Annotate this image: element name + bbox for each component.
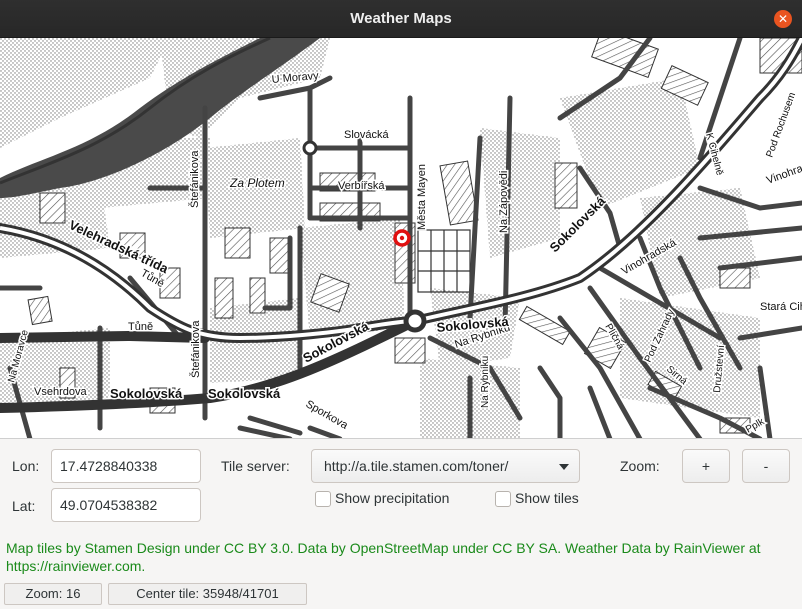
map-view[interactable]: U Moravy Slovácká Za Plotem Verbířská Mě… [0,38,802,439]
street-label: Sokolovská [208,386,281,401]
show-precipitation-label: Show precipitation [335,490,450,506]
show-tiles-checkbox[interactable]: Show tiles [495,490,595,508]
zoom-label: Zoom: [620,458,660,474]
checkbox-box[interactable] [315,491,331,507]
zoom-status: Zoom: 16 [4,583,102,605]
title-bar: Weather Maps ✕ [0,0,802,38]
street-label: Vinohrad [765,161,802,187]
tile-server-value: http://a.tile.stamen.com/toner/ [324,458,509,474]
street-label: Na Zápovědi [498,171,510,233]
lat-label: Lat: [12,498,36,514]
street-label: Sokolovská [110,386,183,401]
tile-server-label: Tile server: [221,458,290,474]
street-label: Verbířská [338,180,385,192]
lon-label: Lon: [12,458,40,474]
lon-input[interactable]: 17.4728840338 [51,449,201,483]
street-label: Pod Rochusem [764,91,798,159]
map-tiles: U Moravy Slovácká Za Plotem Verbířská Mě… [0,38,802,438]
window-title: Weather Maps [350,10,452,27]
street-label: Za Plotem [229,176,285,190]
street-label: Slovácká [344,129,390,141]
street-label: Města Mayen [416,164,428,230]
show-precipitation-checkbox[interactable]: Show precipitation [315,490,475,508]
street-label: Vsehrdova [34,386,87,398]
street-label: Tůně [128,321,153,333]
checkbox-box[interactable] [495,491,511,507]
roundabout [403,309,427,333]
street-label: Štefánikova [189,320,202,378]
show-tiles-label: Show tiles [515,490,579,506]
close-icon: ✕ [777,12,789,26]
roundabout-small [302,140,318,156]
center-tile-status: Center tile: 35948/41701 [108,583,307,605]
tile-server-select[interactable]: http://a.tile.stamen.com/toner/ [311,449,580,483]
parking-lot [417,229,471,293]
zoom-in-button[interactable]: + [682,449,730,483]
attribution-text: Map tiles by Stamen Design under CC BY 3… [6,540,761,574]
lat-input[interactable]: 49.0704538382 [51,488,201,522]
close-button[interactable]: ✕ [774,10,792,28]
street-label: Štefánikova [188,150,201,208]
zoom-out-button[interactable]: - [742,449,790,483]
street-label: Na Rybníku [480,356,491,408]
street-label: Stará Cihelna [760,301,802,313]
chevron-down-icon [559,464,569,470]
